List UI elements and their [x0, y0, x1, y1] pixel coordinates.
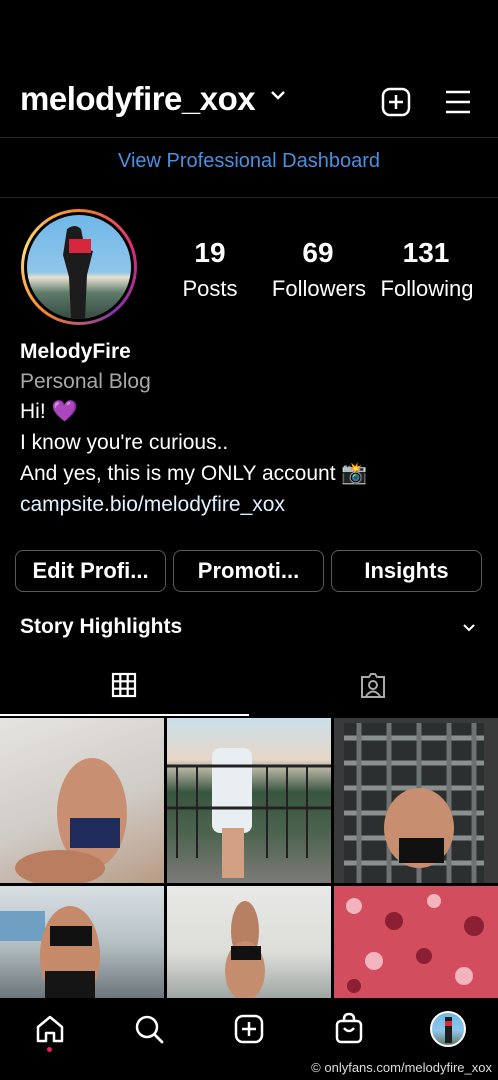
grid-post-6[interactable]: [334, 886, 498, 998]
chevron-down-icon[interactable]: [270, 88, 286, 102]
header-divider: [0, 137, 498, 138]
posts-count[interactable]: 19: [170, 237, 250, 269]
bio-link[interactable]: campsite.bio/melodyfire_xox: [20, 493, 285, 517]
bio-line-3: And yes, this is my ONLY account 📸: [20, 462, 368, 485]
grid-post-3[interactable]: [334, 718, 498, 883]
avatar[interactable]: [27, 215, 131, 319]
shop-icon[interactable]: [334, 1012, 364, 1044]
story-highlights-title[interactable]: Story Highlights: [20, 615, 182, 639]
search-icon[interactable]: [134, 1014, 164, 1044]
bio-line-1: Hi! 💜: [20, 400, 78, 423]
dashboard-divider: [0, 197, 498, 198]
view-professional-dashboard-link[interactable]: View Professional Dashboard: [0, 150, 498, 173]
highlights-chevron-icon[interactable]: [462, 622, 476, 634]
notification-dot: [47, 1047, 52, 1052]
grid-tab-icon[interactable]: [111, 672, 137, 698]
grid-post-5[interactable]: [167, 886, 331, 998]
watermark: © onlyfans.com/melodyfire_xox: [311, 1060, 492, 1075]
bio-line-2: I know you're curious..: [20, 431, 229, 454]
profile-avatar-nav[interactable]: [430, 1011, 466, 1047]
following-label[interactable]: Following: [374, 276, 480, 302]
home-icon[interactable]: [35, 1014, 65, 1044]
edit-profile-button[interactable]: Edit Profi...: [15, 550, 166, 592]
grid-post-4[interactable]: [0, 886, 164, 998]
followers-label[interactable]: Followers: [265, 276, 373, 302]
profile-category: Personal Blog: [20, 370, 151, 393]
grid-post-2[interactable]: [167, 718, 331, 883]
active-tab-indicator: [0, 714, 249, 716]
tagged-tab-icon[interactable]: [359, 672, 387, 700]
menu-icon[interactable]: [444, 89, 472, 115]
grid-post-1[interactable]: [0, 718, 164, 883]
followers-count[interactable]: 69: [268, 237, 368, 269]
profile-username[interactable]: melodyfire_xox: [20, 80, 256, 118]
posts-label[interactable]: Posts: [170, 276, 250, 302]
create-icon[interactable]: [234, 1014, 264, 1044]
insights-button[interactable]: Insights: [331, 550, 482, 592]
new-post-icon[interactable]: [381, 87, 411, 117]
promotions-button[interactable]: Promoti...: [173, 550, 324, 592]
following-count[interactable]: 131: [376, 237, 476, 269]
display-name: MelodyFire: [20, 340, 131, 363]
